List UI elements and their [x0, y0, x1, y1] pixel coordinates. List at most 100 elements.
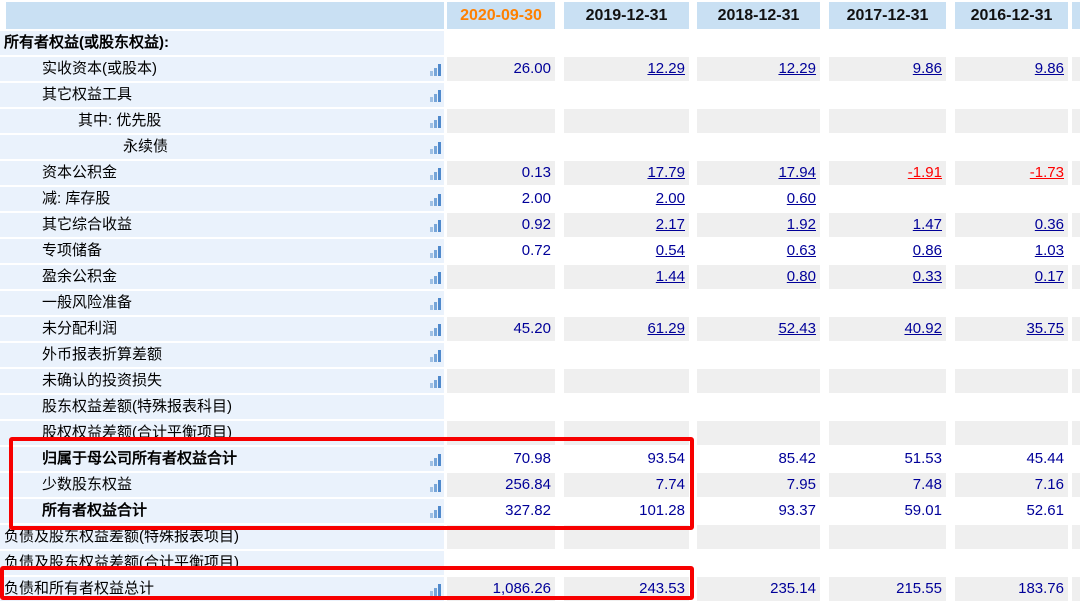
row-label-cell: 其它综合收益: [0, 213, 444, 237]
bar-chart-icon[interactable]: [429, 245, 441, 258]
bar-chart-icon[interactable]: [429, 323, 441, 336]
row-label: 未分配利润: [42, 317, 117, 341]
value-text: 7.74: [656, 476, 685, 493]
row-label-cell: 少数股东权益: [0, 473, 444, 497]
row-label: 其它权益工具: [42, 83, 132, 107]
bar-chart-icon[interactable]: [429, 167, 441, 180]
bar-chart-icon[interactable]: [429, 479, 441, 492]
row-label: 归属于母公司所有者权益合计: [42, 447, 237, 471]
clipped-column-cell: [1072, 135, 1080, 159]
bar-chart-icon[interactable]: [429, 141, 441, 154]
value-link[interactable]: 1.47: [913, 216, 942, 233]
bar-chart-icon[interactable]: [429, 583, 441, 596]
clipped-column-cell: [1072, 239, 1080, 263]
value-text: 93.37: [778, 502, 816, 519]
value-cell: 0.86: [829, 239, 946, 263]
value-link[interactable]: 12.29: [778, 60, 816, 77]
value-cell: 235.14: [697, 577, 820, 601]
value-link[interactable]: 12.29: [647, 60, 685, 77]
value-link[interactable]: -1.73: [1030, 164, 1064, 181]
value-link[interactable]: 0.86: [913, 242, 942, 259]
row-label: 永续债: [123, 135, 168, 159]
bar-chart-icon[interactable]: [429, 349, 441, 362]
bar-chart-icon[interactable]: [429, 115, 441, 128]
value-cell: [955, 551, 1068, 575]
value-text: 0.13: [522, 164, 551, 181]
bar-chart-icon[interactable]: [429, 453, 441, 466]
value-cell: [447, 83, 555, 107]
value-text: 215.55: [896, 580, 942, 597]
table-row: 少数股东权益256.847.747.957.487.16: [0, 473, 1080, 497]
value-text: 70.98: [513, 450, 551, 467]
value-link[interactable]: -1.91: [908, 164, 942, 181]
value-link[interactable]: 0.80: [787, 268, 816, 285]
value-link[interactable]: 1.44: [656, 268, 685, 285]
value-link[interactable]: 2.17: [656, 216, 685, 233]
row-label-cell: 负债及股东权益差额(合计平衡项目): [0, 551, 444, 575]
table-row: 外币报表折算差额: [0, 343, 1080, 367]
value-link[interactable]: 17.94: [778, 164, 816, 181]
value-link[interactable]: 0.54: [656, 242, 685, 259]
value-link[interactable]: 9.86: [913, 60, 942, 77]
value-cell: 2.00: [564, 187, 689, 211]
value-link[interactable]: 35.75: [1026, 320, 1064, 337]
row-label: 资本公积金: [42, 161, 117, 185]
value-cell: [829, 109, 946, 133]
table-row: 负债和所有者权益总计1,086.26243.53235.14215.55183.…: [0, 577, 1080, 601]
clipped-column-cell: [1072, 551, 1080, 575]
value-link[interactable]: 52.43: [778, 320, 816, 337]
value-cell: [955, 395, 1068, 419]
bar-chart-icon[interactable]: [429, 505, 441, 518]
value-text: 183.76: [1018, 580, 1064, 597]
value-link[interactable]: 2.00: [656, 190, 685, 207]
value-cell: [447, 291, 555, 315]
value-cell: 0.60: [697, 187, 820, 211]
value-cell: 1.47: [829, 213, 946, 237]
value-cell: 0.33: [829, 265, 946, 289]
value-cell: 183.76: [955, 577, 1068, 601]
bar-chart-icon[interactable]: [429, 219, 441, 232]
value-link[interactable]: 0.60: [787, 190, 816, 207]
value-cell: [829, 135, 946, 159]
row-label: 所有者权益(或股东权益):: [4, 31, 169, 55]
value-cell: [697, 551, 820, 575]
bar-chart-icon[interactable]: [429, 193, 441, 206]
row-label-cell: 外币报表折算差额: [0, 343, 444, 367]
value-link[interactable]: 9.86: [1035, 60, 1064, 77]
column-header-period-3: 2018-12-31: [697, 2, 820, 29]
value-cell: [564, 83, 689, 107]
value-link[interactable]: 17.79: [647, 164, 685, 181]
value-link[interactable]: 0.17: [1035, 268, 1064, 285]
value-cell: [697, 369, 820, 393]
bar-chart-icon[interactable]: [429, 89, 441, 102]
row-label: 盈余公积金: [42, 265, 117, 289]
value-link[interactable]: 61.29: [647, 320, 685, 337]
bar-chart-icon[interactable]: [429, 63, 441, 76]
row-label-cell: 实收资本(或股本): [0, 57, 444, 81]
value-cell: 85.42: [697, 447, 820, 471]
value-link[interactable]: 1.92: [787, 216, 816, 233]
value-link[interactable]: 40.92: [904, 320, 942, 337]
row-label-cell: 资本公积金: [0, 161, 444, 185]
row-label: 负债及股东权益差额(合计平衡项目): [4, 551, 239, 575]
value-link[interactable]: 1.03: [1035, 242, 1064, 259]
table-row: 实收资本(或股本)26.0012.2912.299.869.86: [0, 57, 1080, 81]
row-label-cell: 未分配利润: [0, 317, 444, 341]
row-label: 股东权益差额(特殊报表科目): [42, 395, 232, 419]
value-text: 7.16: [1035, 476, 1064, 493]
bar-chart-icon[interactable]: [429, 375, 441, 388]
bar-chart-icon[interactable]: [429, 297, 441, 310]
value-link[interactable]: 0.63: [787, 242, 816, 259]
value-cell: 2.00: [447, 187, 555, 211]
table-row: 所有者权益合计327.82101.2893.3759.0152.61: [0, 499, 1080, 523]
column-header-period-2: 2019-12-31: [564, 2, 689, 29]
value-cell: [697, 135, 820, 159]
value-link[interactable]: 0.33: [913, 268, 942, 285]
clipped-column-cell: [1072, 291, 1080, 315]
value-cell: 1.92: [697, 213, 820, 237]
value-cell: [564, 291, 689, 315]
value-link[interactable]: 0.36: [1035, 216, 1064, 233]
value-cell: 1,086.26: [447, 577, 555, 601]
row-label: 一般风险准备: [42, 291, 132, 315]
bar-chart-icon[interactable]: [429, 271, 441, 284]
